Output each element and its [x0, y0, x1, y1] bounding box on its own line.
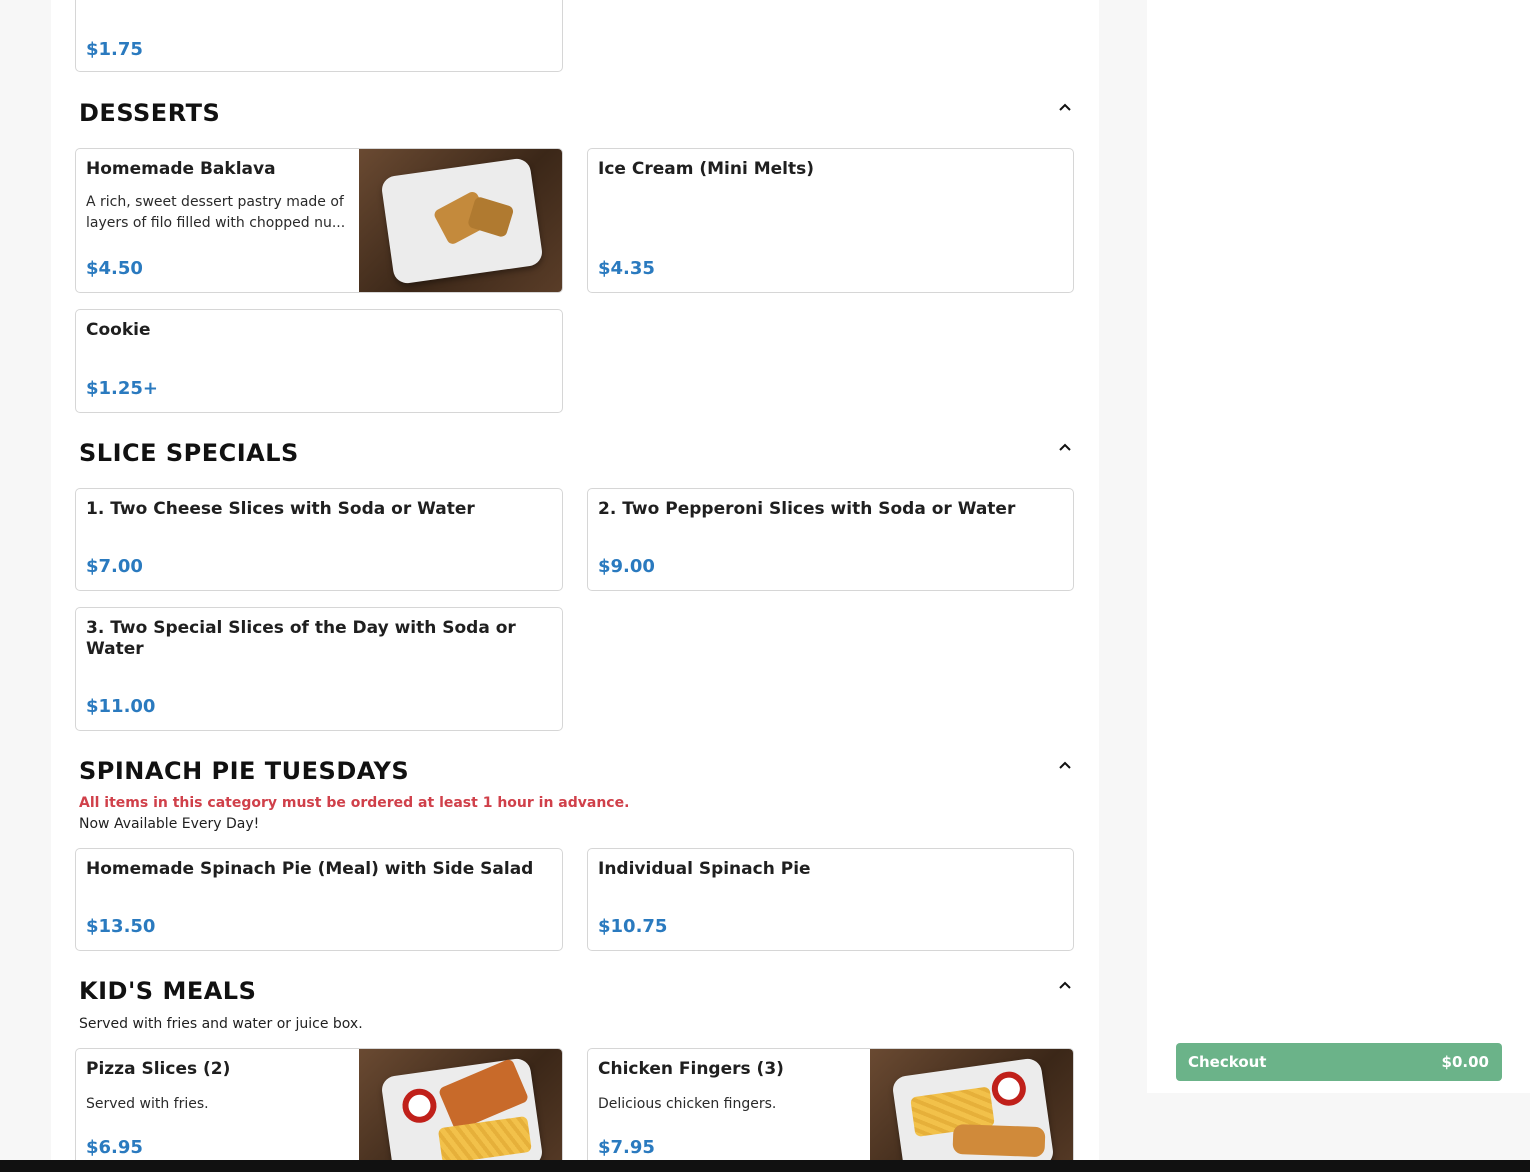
- section-description: Now Available Every Day!: [79, 816, 260, 832]
- cart-total: $0.00: [1441, 1053, 1489, 1071]
- item-price: $7.95: [598, 1137, 655, 1158]
- advance-order-notice: All items in this category must be order…: [79, 795, 630, 811]
- item-price: $1.75: [86, 39, 143, 60]
- item-name: Pizza Slices (2): [86, 1059, 231, 1079]
- menu-item-card[interactable]: $1.75: [75, 0, 563, 72]
- chevron-up-icon[interactable]: [1057, 439, 1073, 455]
- section-description: Served with fries and water or juice box…: [79, 1016, 363, 1032]
- item-price: $7.00: [86, 556, 143, 577]
- item-name-line: Water: [86, 639, 144, 659]
- menu-panel: $1.75 DESSERTS Homemade Baklava A rich, …: [51, 0, 1099, 1160]
- item-name: Chicken Fingers (3): [598, 1059, 784, 1079]
- item-price: $4.50: [86, 258, 143, 279]
- section-title-kids-meals: KID'S MEALS: [79, 977, 257, 1005]
- menu-item-card[interactable]: 1. Two Cheese Slices with Soda or Water …: [75, 488, 563, 591]
- item-description: Delicious chicken fingers.: [598, 1096, 777, 1112]
- item-price: $9.00: [598, 556, 655, 577]
- chevron-up-icon[interactable]: [1057, 977, 1073, 993]
- item-price: $1.25+: [86, 378, 159, 399]
- chevron-up-icon[interactable]: [1057, 99, 1073, 115]
- section-title-spinach: SPINACH PIE TUESDAYS: [79, 757, 410, 785]
- menu-item-card[interactable]: Ice Cream (Mini Melts) $4.35: [587, 148, 1074, 293]
- item-description-line: layers of filo filled with chopped nu...: [86, 215, 346, 231]
- menu-item-card[interactable]: Homemade Spinach Pie (Meal) with Side Sa…: [75, 848, 563, 951]
- chicken-fries-photo: [870, 1049, 1073, 1160]
- pizza-fries-photo: [359, 1049, 562, 1160]
- item-description-line: A rich, sweet dessert pastry made of: [86, 194, 344, 210]
- menu-item-card[interactable]: Cookie $1.25+: [75, 309, 563, 413]
- menu-item-card[interactable]: 2. Two Pepperoni Slices with Soda or Wat…: [587, 488, 1074, 591]
- menu-item-card[interactable]: Individual Spinach Pie $10.75: [587, 848, 1074, 951]
- item-name: 1. Two Cheese Slices with Soda or Water: [86, 499, 475, 519]
- item-name: 3. Two Special Slices of the Day with So…: [86, 618, 516, 660]
- item-price: $10.75: [598, 916, 668, 937]
- plate-image: [891, 1057, 1055, 1160]
- menu-item-card[interactable]: 3. Two Special Slices of the Day with So…: [75, 607, 563, 731]
- cart-sidebar: Checkout $0.00: [1147, 0, 1530, 1093]
- item-price: $11.00: [86, 696, 156, 717]
- baklava-photo: [359, 149, 562, 292]
- section-title-desserts: DESSERTS: [79, 99, 221, 127]
- item-name: 2. Two Pepperoni Slices with Soda or Wat…: [598, 499, 1016, 519]
- item-name: Cookie: [86, 320, 151, 340]
- item-description: A rich, sweet dessert pastry made of lay…: [86, 192, 345, 234]
- plate-image: [380, 157, 544, 285]
- item-description: Served with fries.: [86, 1096, 209, 1112]
- plate-image: [380, 1057, 544, 1160]
- item-price: $13.50: [86, 916, 156, 937]
- item-name: Individual Spinach Pie: [598, 859, 811, 879]
- item-name: Homemade Spinach Pie (Meal) with Side Sa…: [86, 859, 534, 879]
- checkout-button[interactable]: Checkout $0.00: [1176, 1043, 1502, 1081]
- chevron-up-icon[interactable]: [1057, 757, 1073, 773]
- item-price: $4.35: [598, 258, 655, 279]
- item-name: Ice Cream (Mini Melts): [598, 159, 814, 179]
- item-price: $6.95: [86, 1137, 143, 1158]
- section-title-slice-specials: SLICE SPECIALS: [79, 439, 299, 467]
- menu-item-card[interactable]: Pizza Slices (2) Served with fries. $6.9…: [75, 1048, 563, 1160]
- menu-item-card[interactable]: Homemade Baklava A rich, sweet dessert p…: [75, 148, 563, 293]
- bottom-edge-bar: [0, 1160, 1530, 1172]
- checkout-label: Checkout: [1188, 1053, 1267, 1071]
- item-name-line: 3. Two Special Slices of the Day with So…: [86, 618, 516, 638]
- menu-item-card[interactable]: Chicken Fingers (3) Delicious chicken fi…: [587, 1048, 1074, 1160]
- item-name: Homemade Baklava: [86, 159, 276, 179]
